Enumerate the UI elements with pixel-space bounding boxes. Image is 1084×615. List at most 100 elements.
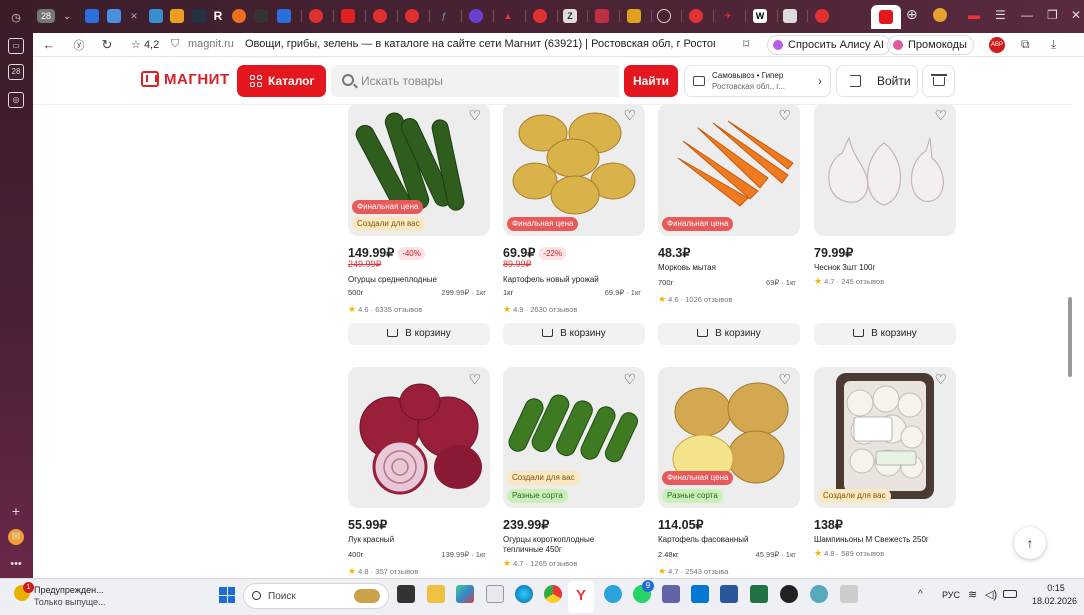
screenshot-icon[interactable]: ◎ — [8, 92, 24, 108]
volume-icon[interactable]: ◁) — [985, 588, 997, 601]
tab-icon-yandex-3[interactable] — [405, 9, 419, 23]
minimize-icon[interactable]: — — [1021, 8, 1033, 22]
back-icon[interactable]: ← — [41, 37, 57, 52]
tab-icon-wiki[interactable]: W — [753, 9, 767, 23]
tab-icon-16[interactable] — [469, 9, 483, 23]
favorite-heart-icon[interactable]: ♡ — [778, 107, 791, 124]
word-icon[interactable] — [720, 585, 738, 603]
reload-icon[interactable]: ↻ — [99, 37, 115, 53]
tab-icon-6[interactable] — [192, 9, 206, 23]
tray-expand-icon[interactable]: ^ — [918, 589, 923, 600]
favorite-heart-icon[interactable]: ♡ — [778, 371, 791, 388]
alice-button[interactable]: Спросить Алису AI — [767, 35, 891, 55]
menu-icon[interactable]: ☰ — [995, 8, 1006, 22]
product-card[interactable]: Создали для вас Разные сорта ♡ 239.99₽ О… — [503, 367, 645, 569]
tab-icon-yandex-5[interactable] — [689, 9, 703, 23]
product-image[interactable]: Финальная цена Создали для вас ♡ — [348, 105, 490, 236]
tab-icon-8[interactable] — [232, 9, 246, 23]
more-icon[interactable]: ••• — [8, 556, 24, 572]
catalog-button[interactable]: Каталог — [237, 65, 326, 97]
tab-icon-9[interactable] — [254, 9, 268, 23]
mail-icon[interactable]: ✉ — [8, 529, 24, 545]
product-image[interactable]: ♡ — [814, 105, 956, 236]
tab-icon-1[interactable] — [85, 9, 99, 23]
login-button[interactable]: Войти — [836, 65, 918, 97]
calculator-icon[interactable] — [840, 585, 858, 603]
add-to-cart-button[interactable]: В корзину — [814, 323, 956, 345]
scroll-thumb[interactable] — [1068, 297, 1072, 377]
chrome-icon[interactable] — [544, 585, 562, 603]
tab-icon-yandex-2[interactable] — [373, 9, 387, 23]
tab-icon-22[interactable] — [657, 9, 671, 23]
tab-icon-yandex-1[interactable] — [309, 9, 323, 23]
favorite-heart-icon[interactable]: ♡ — [468, 371, 481, 388]
product-image[interactable]: Создали для вас ♡ — [814, 367, 956, 508]
product-card[interactable]: Финальная цена Создали для вас ♡ 149.99₽… — [348, 105, 490, 315]
close-icon[interactable]: ✕ — [1071, 8, 1081, 22]
notification-widget[interactable]: 1 Предупрежден... Только выпуще... — [14, 582, 184, 612]
product-image[interactable]: Создали для вас Разные сорта ♡ — [503, 367, 645, 508]
yandex-browser-icon[interactable]: Y — [572, 587, 590, 605]
new-tab-icon[interactable]: ⊕ — [906, 6, 918, 23]
teams-icon[interactable] — [662, 585, 680, 603]
tab-icon-yandex-4[interactable] — [533, 9, 547, 23]
product-image[interactable]: Финальная цена Разные сорта ♡ — [658, 367, 800, 508]
tab-icon-youtube[interactable] — [341, 9, 355, 23]
product-image[interactable]: Финальная цена ♡ — [503, 105, 645, 236]
favorite-heart-icon[interactable]: ♡ — [623, 371, 636, 388]
calendar-icon[interactable]: 28 — [8, 64, 24, 80]
extensions-icon[interactable]: ⧉ — [1021, 37, 1030, 52]
product-card[interactable]: ♡ 55.99₽ Лук красный 400г 139.99₽ · 1кг ★… — [348, 367, 490, 577]
url-text[interactable]: magnit.ru — [188, 38, 234, 50]
app-icon-w[interactable] — [780, 585, 798, 603]
favorite-heart-icon[interactable]: ♡ — [934, 371, 947, 388]
tab-counter[interactable]: 28 — [37, 9, 55, 23]
tab-icon-z[interactable]: Z — [563, 9, 577, 23]
tabs-icon[interactable]: ▭ — [8, 38, 24, 54]
excel-icon[interactable] — [750, 585, 768, 603]
windows-start-icon[interactable] — [219, 587, 235, 603]
page-scrollbar[interactable] — [1066, 105, 1074, 578]
product-name[interactable]: Чеснок 3шт 100г — [814, 263, 956, 273]
tab-icon-15[interactable]: ƒ — [437, 9, 451, 23]
tab-icon-mail[interactable] — [170, 9, 184, 23]
favorite-heart-icon[interactable]: ♡ — [468, 107, 481, 124]
tab-icon-26[interactable] — [783, 9, 797, 23]
tab-list-chevron-icon[interactable]: ⌄ — [60, 9, 74, 23]
product-image[interactable]: ♡ — [348, 367, 490, 508]
add-panel-icon[interactable]: + — [8, 503, 24, 519]
scroll-to-top-button[interactable]: ↑ — [1014, 527, 1046, 559]
profile-icon[interactable] — [933, 8, 947, 22]
product-name[interactable]: Картофель фасованный — [658, 535, 800, 545]
tab-icon-3[interactable]: ✕ — [127, 9, 141, 23]
app-icon-globe[interactable] — [810, 585, 828, 603]
task-view-icon[interactable] — [397, 585, 415, 603]
download-icon[interactable]: ⤓ — [1051, 37, 1056, 52]
edge-icon[interactable] — [515, 585, 533, 603]
tab-icon-24[interactable]: ✈ — [721, 9, 735, 23]
telegram-icon[interactable] — [604, 585, 622, 603]
outlook-icon[interactable] — [691, 585, 709, 603]
wifi-icon[interactable]: ≋ — [968, 588, 977, 601]
product-name[interactable]: Огурцы среднеплодные — [348, 275, 490, 285]
battery-icon[interactable] — [1003, 590, 1017, 598]
promo-button[interactable]: Промокоды — [887, 35, 974, 55]
clock-time[interactable]: 0:15 — [1036, 583, 1076, 593]
active-tab[interactable] — [871, 5, 901, 29]
add-to-cart-button[interactable]: В корзину — [348, 323, 490, 345]
yandex-icon[interactable]: ⓨ — [71, 37, 87, 53]
favorite-heart-icon[interactable]: ♡ — [934, 107, 947, 124]
store-icon[interactable] — [456, 585, 474, 603]
search-input[interactable] — [361, 65, 611, 97]
product-card[interactable]: Финальная цена ♡ 69.9₽ -22% 89.99₽ Картоф… — [503, 105, 645, 315]
product-name[interactable]: Шампиньоны М Свежесть 250г — [814, 535, 956, 545]
product-name[interactable]: Лук красный — [348, 535, 490, 545]
tab-icon-20[interactable] — [595, 9, 609, 23]
file-explorer-icon[interactable] — [427, 585, 445, 603]
adblock-icon[interactable]: ABP — [989, 37, 1005, 53]
taskbar-search[interactable]: Поиск — [243, 583, 389, 609]
find-button[interactable]: Найти — [624, 65, 678, 97]
bookmark-flag-icon[interactable]: ▬ — [968, 8, 980, 22]
language-indicator[interactable]: РУС — [942, 590, 960, 600]
shield-icon[interactable]: ⛉ — [171, 38, 179, 51]
